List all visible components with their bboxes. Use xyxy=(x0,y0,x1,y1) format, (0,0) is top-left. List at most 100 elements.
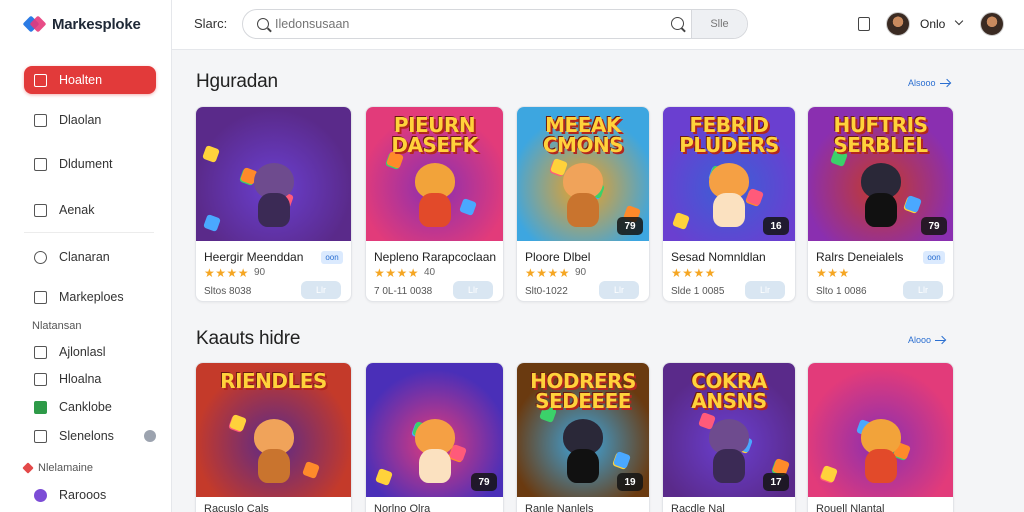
game-title[interactable]: Heergir Meenddan xyxy=(204,250,303,264)
search-icon[interactable] xyxy=(671,17,684,30)
game-card[interactable]: Rouell Nlantal xyxy=(807,362,954,512)
game-art[interactable]: MEEAK CMONS 79 xyxy=(517,107,649,241)
sidebar-subitem-2[interactable]: Hloalna xyxy=(24,365,156,393)
tag-icon xyxy=(34,203,47,217)
see-all-link[interactable]: Alsooo xyxy=(908,78,951,88)
store-icon xyxy=(34,290,47,304)
get-button[interactable]: Llr xyxy=(903,281,943,299)
game-card[interactable]: PIEURN DASEFK Nepleno Rarapcoclaan ★★★★ 40 7… xyxy=(365,106,504,302)
game-title[interactable]: Racdle Nal xyxy=(671,503,725,512)
sidebar-item-5[interactable]: Clanaran xyxy=(24,243,156,271)
sidebar-section-title: Nlatansan xyxy=(32,320,82,332)
game-title[interactable]: Nepleno Rarapcoclaan xyxy=(374,250,496,264)
brand-name: Markesploke xyxy=(52,15,141,33)
sidebar-item-label: Rarooos xyxy=(59,488,107,502)
game-art[interactable] xyxy=(196,107,351,241)
avatar[interactable] xyxy=(886,12,910,36)
arrow-right-icon xyxy=(939,79,951,87)
see-all-link[interactable]: Alooo xyxy=(908,335,946,345)
get-button[interactable]: Llr xyxy=(599,281,639,299)
game-title[interactable]: Ranle Nanlels xyxy=(525,503,593,512)
edit-box-icon xyxy=(34,429,47,443)
sidebar-item-2[interactable]: Dlaolan xyxy=(24,106,156,134)
game-card[interactable]: COKRA ANSNS 17 Racdle Nal xyxy=(662,362,796,512)
get-button[interactable]: Llr xyxy=(745,281,785,299)
decor-cube xyxy=(672,212,690,230)
star-rating-icon: ★★★★ xyxy=(671,266,717,280)
sidebar-bottom-item[interactable]: Rarooos xyxy=(24,481,156,509)
section-title: Kaauts hidre xyxy=(196,328,301,349)
sidebar-item-label: Clanaran xyxy=(59,250,110,264)
game-title[interactable]: Ralrs Deneialels xyxy=(816,250,903,264)
diamond-icon xyxy=(22,462,34,474)
chevron-down-icon[interactable] xyxy=(954,16,964,26)
sidebar-subitem-3[interactable]: Canklobe xyxy=(24,393,156,421)
sidebar-subitem-4[interactable]: Slenelons xyxy=(24,422,156,450)
sidebar-section-title-2: Nlelamaine xyxy=(38,462,94,474)
checkbox-icon xyxy=(34,345,47,359)
game-card[interactable]: HUFTRIS SERBLEL 79 Ralrs Deneialels oon ★★★ S… xyxy=(807,106,954,302)
status-dot xyxy=(144,430,156,442)
see-all-label: Alsooo xyxy=(908,78,936,88)
sidebar-item-label: Hoalten xyxy=(59,73,103,87)
clock-icon xyxy=(34,250,47,264)
decor-cube xyxy=(203,214,221,232)
age-badge: 19 xyxy=(617,473,643,491)
game-meta: Slde 1 0085 xyxy=(671,286,725,297)
top-header: Slarc: Slle Onlo xyxy=(172,0,1024,50)
sidebar-item-home[interactable]: Hoalten xyxy=(24,66,156,94)
sidebar-item-label: Hloalna xyxy=(59,372,102,386)
game-card[interactable]: 79 Norlno Olra xyxy=(365,362,504,512)
game-art[interactable]: COKRA ANSNS 17 xyxy=(663,363,795,497)
sidebar-item-label: Dlaolan xyxy=(59,113,102,127)
game-card[interactable]: Heergir Meenddan oon ★★★★ 90 Sltos 8038 Llr xyxy=(195,106,352,302)
game-art[interactable]: FEBRID PLUDERS 16 xyxy=(663,107,795,241)
game-title[interactable]: Racuslo Cals xyxy=(204,503,269,512)
notification-icon[interactable] xyxy=(858,17,870,31)
game-title[interactable]: Norlno Olra xyxy=(374,503,430,512)
sidebar-item-4[interactable]: Aenak xyxy=(24,196,156,224)
game-art[interactable]: HUFTRIS SERBLEL 79 xyxy=(808,107,953,241)
sidebar-item-label: Ajlonlasl xyxy=(59,345,106,359)
purple-circle-icon xyxy=(34,488,47,502)
search-submit-button[interactable]: Slle xyxy=(691,10,747,38)
brand[interactable]: Markesploke xyxy=(22,12,141,36)
sidebar-item-3[interactable]: Dldument xyxy=(24,150,156,178)
game-art-title: HODRERS SEDEEEE xyxy=(530,369,636,413)
game-title[interactable]: Rouell Nlantal xyxy=(816,503,884,512)
game-card[interactable]: RIENDLES Racuslo Cals xyxy=(195,362,352,512)
age-badge: 17 xyxy=(763,473,789,491)
decor-cube xyxy=(202,145,220,163)
decor-cube xyxy=(302,461,320,479)
app-root: Markesploke Hoalten Dlaolan Dldument Aen… xyxy=(0,0,1024,512)
game-art-title: HUFTRIS SERBLEL xyxy=(833,113,928,157)
game-card[interactable]: MEEAK CMONS 79 Ploore Dlbel ★★★★ 90 Slt0-1022… xyxy=(516,106,650,302)
sidebar-item-6[interactable]: Markeploes xyxy=(24,283,156,311)
game-character xyxy=(853,419,909,483)
game-card[interactable]: FEBRID PLUDERS 16 Sesad Nomnldlan ★★★★ Slde … xyxy=(662,106,796,302)
get-button[interactable]: Llr xyxy=(453,281,493,299)
game-art[interactable]: RIENDLES xyxy=(196,363,351,497)
game-art[interactable] xyxy=(808,363,953,497)
age-badge: 16 xyxy=(763,217,789,235)
game-art-title: COKRA ANSNS xyxy=(691,369,767,413)
game-art[interactable]: PIEURN DASEFK xyxy=(366,107,503,241)
get-button[interactable]: Llr xyxy=(301,281,341,299)
sidebar-item-label: Markeploes xyxy=(59,290,124,304)
sidebar-subitem-1[interactable]: Ajlonlasl xyxy=(24,338,156,366)
user-name[interactable]: Onlo xyxy=(920,17,945,31)
game-art-title: FEBRID PLUDERS xyxy=(679,113,779,157)
star-rating-icon: ★★★★ xyxy=(204,266,250,280)
avatar-secondary[interactable] xyxy=(980,12,1004,36)
game-card[interactable]: HODRERS SEDEEEE 19 Ranle Nanlels xyxy=(516,362,650,512)
game-art[interactable]: 79 xyxy=(366,363,503,497)
game-art[interactable]: HODRERS SEDEEEE 19 xyxy=(517,363,649,497)
game-title[interactable]: Ploore Dlbel xyxy=(525,250,590,264)
search-box[interactable]: Slle xyxy=(242,9,748,39)
search-input[interactable] xyxy=(275,10,655,38)
age-badge: 79 xyxy=(617,217,643,235)
game-title[interactable]: Sesad Nomnldlan xyxy=(671,250,766,264)
game-character xyxy=(246,163,302,227)
brand-logo-icon xyxy=(22,13,47,35)
star-rating-icon: ★★★★ xyxy=(525,266,571,280)
